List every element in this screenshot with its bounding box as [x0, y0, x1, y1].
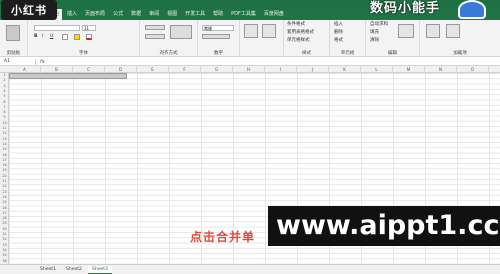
group-font: 11 B I U 字体 [28, 20, 140, 57]
cell-styles-button[interactable]: 单元格样式 [287, 38, 310, 44]
sheet-tab-bar: Sheet1 Sheet2 Sheet3 [0, 264, 500, 274]
tab-insert[interactable]: 插入 [64, 9, 80, 20]
format-as-table-button[interactable]: 套用表格格式 [287, 30, 314, 36]
column-header[interactable]: L [361, 66, 393, 73]
conditional-format-button[interactable]: 条件格式 [287, 22, 305, 28]
underline-button[interactable]: U [50, 34, 53, 40]
group-styles-preview [240, 20, 284, 57]
tab-page-layout[interactable]: 页面布局 [82, 9, 108, 20]
tab-pdf-tools[interactable]: PDF工具集 [228, 9, 259, 20]
column-header[interactable]: E [137, 66, 169, 73]
subtitle-caption: 点击合并单 [190, 230, 256, 244]
tab-developer[interactable]: 开发工具 [182, 9, 208, 20]
addin-icon[interactable] [446, 24, 460, 38]
sheet-tab-2[interactable]: Sheet2 [62, 266, 86, 274]
column-header[interactable]: I [265, 66, 297, 73]
merge-center-icon[interactable] [170, 25, 192, 39]
column-header[interactable]: N [425, 66, 457, 73]
group-clipboard: 剪贴板 [0, 20, 28, 57]
align-left-icon[interactable] [145, 34, 165, 39]
paste-icon[interactable] [6, 25, 20, 41]
column-header[interactable]: C [73, 66, 105, 73]
group-label-cells: 单元格 [340, 51, 355, 56]
ribbon: 剪贴板 11 B I U 字体 对齐方式 常规 数字 条件格式 套用表格格式 单… [0, 20, 500, 57]
group-number: 常规 数字 [198, 20, 240, 57]
tab-data[interactable]: 数据 [128, 9, 144, 20]
tab-formulas[interactable]: 公式 [110, 9, 126, 20]
column-header[interactable]: A [9, 66, 41, 73]
column-header[interactable]: H [233, 66, 265, 73]
group-cells: 插入 删除 格式 单元格 [330, 20, 366, 57]
delete-cells-button[interactable]: 删除 [334, 30, 343, 36]
bold-button[interactable]: B [34, 34, 37, 40]
italic-button[interactable]: I [42, 34, 43, 40]
format-cells-button[interactable]: 格式 [334, 38, 343, 44]
fill-color-icon[interactable] [74, 34, 80, 40]
number-format-select[interactable]: 常规 [202, 25, 234, 31]
column-header[interactable]: M [393, 66, 425, 73]
formula-bar: A1 fx [0, 58, 500, 66]
style-preview-icon[interactable] [262, 24, 276, 38]
column-header[interactable]: B [41, 66, 73, 73]
addin-icon[interactable] [426, 24, 440, 38]
font-size-select[interactable]: 11 [82, 25, 96, 31]
row-header-bar: 1 2 3 4 5 6 7 8 9 10 11 12 13 14 15 16 17 18 19 20 21 22 23 24 2… [0, 73, 9, 264]
column-header[interactable]: O [457, 66, 489, 73]
font-color-icon[interactable] [86, 34, 92, 40]
group-label-alignment: 对齐方式 [159, 51, 178, 56]
group-alignment: 对齐方式 [140, 20, 198, 57]
sheet-tab-1[interactable]: Sheet1 [36, 266, 60, 274]
style-preview-icon[interactable] [244, 24, 258, 38]
tab-help[interactable]: 帮助 [210, 9, 226, 20]
percent-icon[interactable] [202, 34, 230, 39]
autosum-button[interactable]: 自动求和 [370, 22, 388, 28]
column-header[interactable]: P [489, 66, 500, 73]
column-header[interactable]: J [297, 66, 329, 73]
fx-icon[interactable]: fx [40, 58, 45, 66]
column-header[interactable]: K [329, 66, 361, 73]
fill-button[interactable]: 填充 [370, 30, 379, 36]
sheet-tab-3[interactable]: Sheet3 [88, 266, 112, 274]
font-name-select[interactable] [34, 25, 80, 31]
brand-watermark: 数码小能手 [370, 1, 441, 16]
border-icon[interactable] [62, 34, 68, 40]
group-addins: 加载项 [420, 20, 500, 57]
tab-review[interactable]: 审阅 [146, 9, 162, 20]
row-header[interactable]: 36 [0, 259, 9, 264]
tab-baidu-netdisk[interactable]: 百度网盘 [261, 9, 287, 20]
site-watermark: www.aippt1.cc [268, 206, 500, 246]
xiaohongshu-logo: 小红书 [1, 0, 57, 20]
group-label-number: 数字 [214, 51, 223, 56]
sort-filter-icon[interactable] [398, 24, 414, 38]
avatar [458, 0, 486, 19]
align-top-icon[interactable] [145, 25, 165, 30]
column-header-bar: ABCDEFGHIJKLMNOP [0, 66, 500, 73]
name-box[interactable]: A1 [2, 59, 36, 65]
clear-button[interactable]: 清除 [370, 38, 379, 44]
insert-cells-button[interactable]: 插入 [334, 22, 343, 28]
column-header[interactable]: F [169, 66, 201, 73]
group-label-styles: 样式 [302, 51, 311, 56]
group-label-addins: 加载项 [453, 51, 467, 56]
group-editing: 自动求和 填充 清除 编辑 [366, 20, 420, 57]
column-header[interactable]: D [105, 66, 137, 73]
group-label-editing: 编辑 [388, 51, 397, 56]
group-label-clipboard: 剪贴板 [6, 51, 21, 56]
selected-range[interactable] [9, 73, 127, 79]
group-styles: 条件格式 套用表格格式 单元格样式 样式 [284, 20, 330, 57]
column-header[interactable]: G [201, 66, 233, 73]
tab-view[interactable]: 视图 [164, 9, 180, 20]
group-label-font: 字体 [79, 51, 88, 56]
